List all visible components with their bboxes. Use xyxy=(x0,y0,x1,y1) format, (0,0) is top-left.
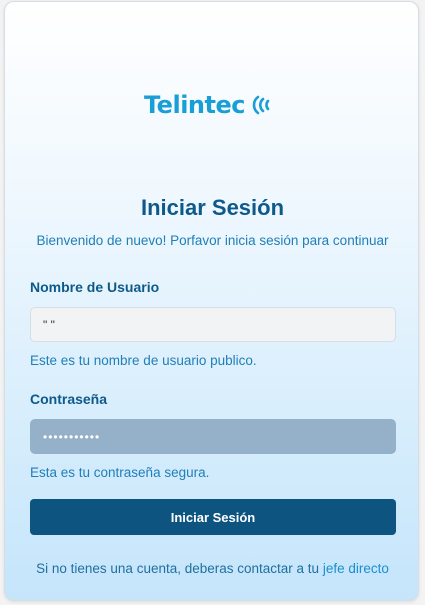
page-title: Iniciar Sesión xyxy=(140,195,285,220)
password-label: Contraseña xyxy=(30,391,108,407)
password-hint: Esta es tu contraseña segura. xyxy=(30,465,210,480)
footer-note: Si no tienes una cuenta, deberas contact… xyxy=(5,561,420,576)
username-label: Nombre de Usuario xyxy=(30,279,160,295)
login-button[interactable]: Iniciar Sesión xyxy=(30,499,396,535)
supervisor-link[interactable]: jefe directo xyxy=(323,561,389,576)
page-subtitle: Bienvenido de nuevo! Porfavor inicia ses… xyxy=(36,233,389,248)
logo-text: Telintec xyxy=(144,91,245,119)
password-input[interactable] xyxy=(30,419,396,454)
footer-text: Si no tienes una cuenta, deberas contact… xyxy=(36,561,323,576)
telintec-logo: Telintec xyxy=(144,88,294,122)
signal-waves-icon xyxy=(252,95,270,115)
username-hint: Este es tu nombre de usuario publico. xyxy=(30,353,257,368)
login-card: Telintec Iniciar Sesión Bienvenido de nu… xyxy=(4,1,419,601)
username-input[interactable] xyxy=(30,307,396,342)
